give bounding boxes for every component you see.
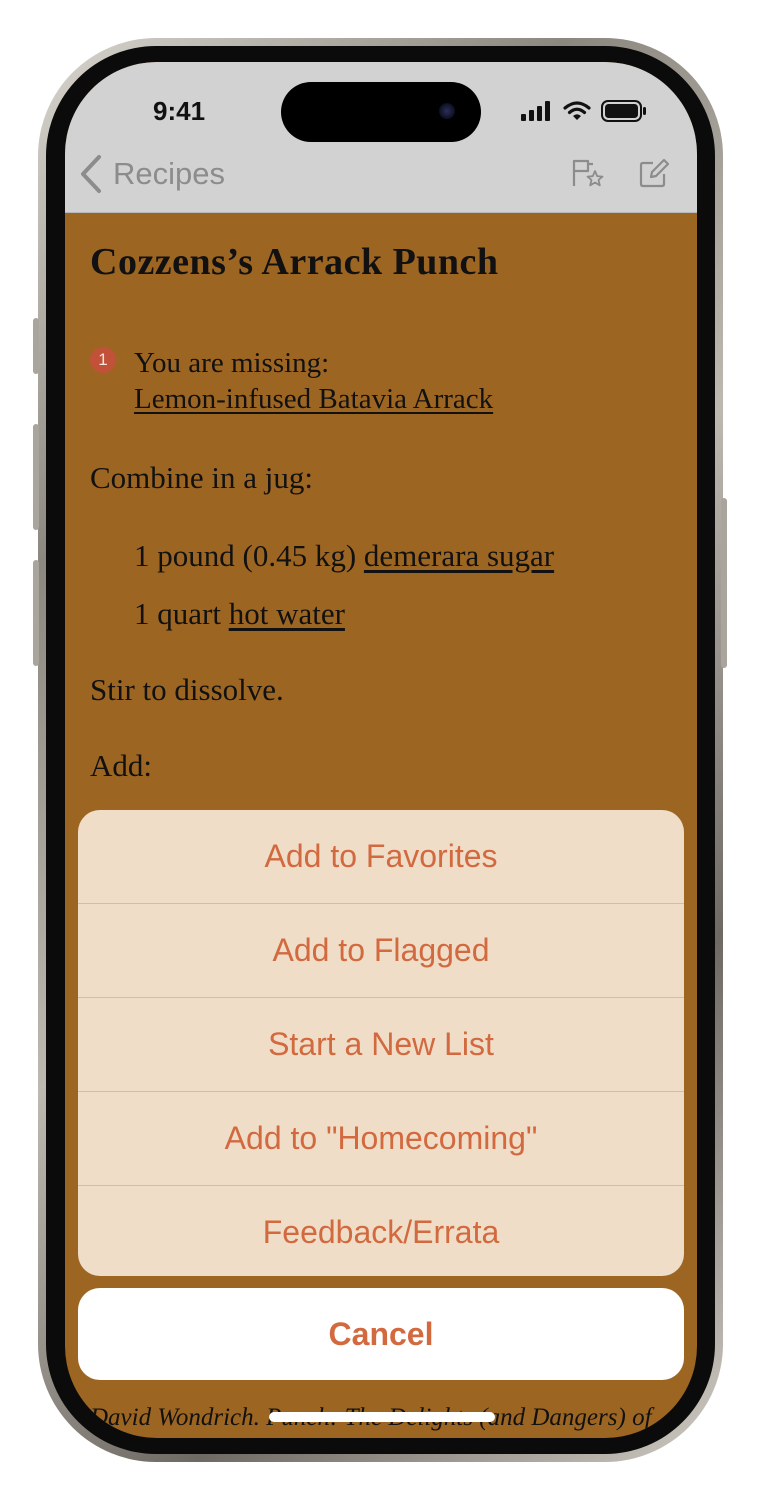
add-to-flagged-button[interactable]: Add to Flagged — [78, 904, 684, 998]
chevron-left-icon — [81, 155, 101, 193]
nav-actions — [571, 158, 669, 188]
missing-label: You are missing: — [134, 347, 330, 379]
ingredient-link[interactable]: hot water — [229, 596, 345, 631]
cancel-button[interactable]: Cancel — [78, 1288, 684, 1380]
missing-count-badge: 1 — [90, 347, 116, 373]
power-button — [721, 498, 727, 668]
flag-star-icon[interactable] — [571, 158, 605, 188]
recipe-title: Cozzens’s Arrack Punch — [90, 241, 499, 283]
feedback-errata-button[interactable]: Feedback/Errata — [78, 1186, 684, 1276]
status-icons — [521, 100, 647, 122]
battery-icon — [601, 100, 646, 122]
volume-up-button — [33, 424, 39, 530]
ingredient-row: 1 pound (0.45 kg) demerara sugar — [134, 538, 554, 574]
action-button — [33, 318, 39, 374]
dynamic-island — [281, 82, 481, 142]
step-combine: Combine in a jug: — [90, 460, 314, 495]
ingredient-quantity: 1 pound (0.45 kg) — [134, 538, 357, 573]
add-to-favorites-button[interactable]: Add to Favorites — [78, 810, 684, 904]
wifi-icon — [563, 101, 591, 120]
compose-icon[interactable] — [639, 158, 669, 188]
step-add: Add: — [90, 748, 152, 783]
start-new-list-button[interactable]: Start a New List — [78, 998, 684, 1092]
status-time: 9:41 — [153, 96, 206, 126]
ingredient-row: 1 quart hot water — [134, 596, 345, 632]
missing-text: You are missing: Lemon-infused Batavia A… — [134, 345, 493, 417]
back-label: Recipes — [113, 156, 225, 191]
missing-ingredient-link[interactable]: Lemon-infused Batavia Arrack — [134, 381, 493, 417]
home-indicator[interactable] — [269, 1412, 495, 1422]
volume-down-button — [33, 560, 39, 666]
add-to-homecoming-button[interactable]: Add to "Homecoming" — [78, 1092, 684, 1186]
ingredient-link[interactable]: demerara sugar — [364, 538, 554, 573]
ingredient-quantity: 1 quart — [134, 596, 221, 631]
cellular-signal-icon — [521, 101, 550, 121]
action-sheet: Add to Favorites Add to Flagged Start a … — [78, 810, 684, 1276]
camera-icon — [439, 103, 455, 119]
top-bar: 9:41 Recipes — [65, 62, 697, 213]
screen: 9:41 Recipes Cozzens’s Arrack Punch 1 Yo… — [65, 62, 697, 1438]
step-stir: Stir to dissolve. — [90, 672, 284, 707]
back-button[interactable]: Recipes — [79, 154, 225, 194]
